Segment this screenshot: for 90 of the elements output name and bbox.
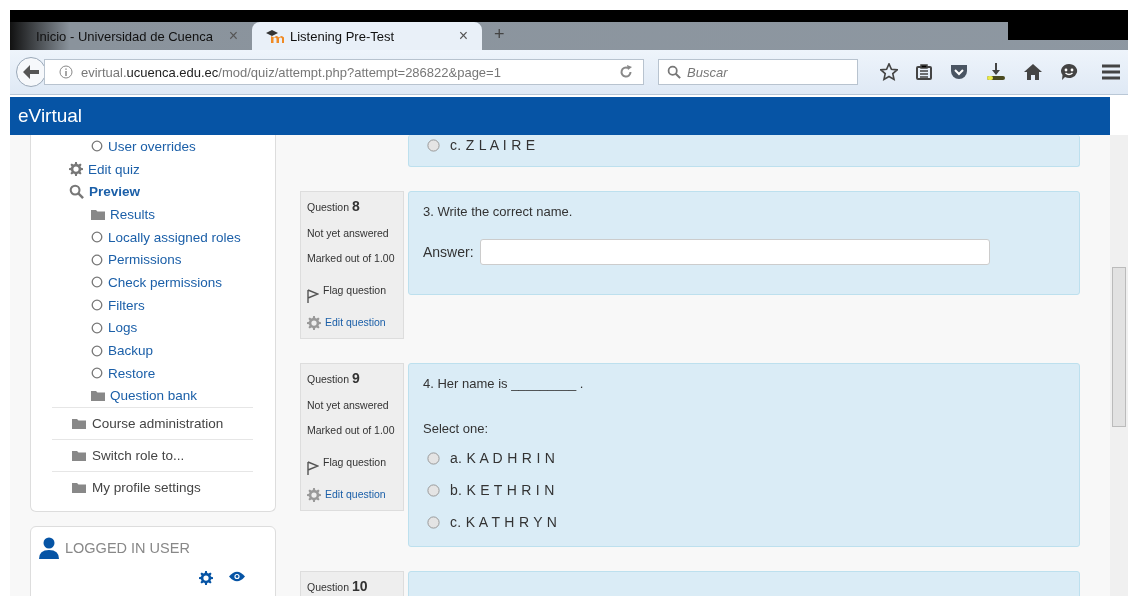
back-button[interactable] [16, 57, 46, 87]
question-marks: Marked out of 1.00 [307, 424, 396, 436]
answer-field[interactable] [479, 239, 990, 265]
question-text: 3. Write the correct name. [423, 204, 574, 219]
edit-question-link[interactable]: Edit question [325, 488, 386, 500]
answer-option: b. K E T H R I N [450, 482, 555, 498]
browser-tab[interactable]: Listening Pre-Test × [252, 22, 482, 50]
eye-icon[interactable] [229, 571, 245, 583]
question-number: 9 [351, 370, 360, 386]
gear-icon [69, 162, 83, 177]
nav-link[interactable]: Locally assigned roles [108, 229, 241, 245]
circle-icon [91, 321, 103, 334]
question-status: Not yet answered [307, 227, 390, 239]
nav-section-link[interactable]: My profile settings [92, 480, 201, 496]
nav-link[interactable]: User overrides [108, 138, 196, 154]
question-number: 8 [351, 198, 360, 214]
question-label: Question [307, 373, 351, 385]
radio-button[interactable] [427, 515, 440, 529]
question-label: Question [307, 201, 351, 213]
answer-option: c. K A T H R Y N [450, 514, 558, 530]
nav-link[interactable]: Backup [108, 343, 154, 359]
circle-icon [91, 140, 103, 153]
settings-icon [199, 571, 213, 586]
nav-link[interactable]: Edit quiz [88, 161, 140, 177]
flag-question-link[interactable]: Flag question [323, 456, 387, 468]
flag-question-link[interactable]: Flag question [323, 284, 387, 296]
nav-link[interactable]: Question bank [110, 388, 198, 404]
edit-question-link[interactable]: Edit question [325, 316, 386, 328]
folder-icon [72, 482, 86, 494]
question-marks: Marked out of 1.00 [307, 252, 396, 264]
back-arrow-icon [23, 65, 39, 79]
site-brand[interactable]: eVirtual [10, 105, 83, 126]
gear-icon [307, 316, 321, 330]
circle-icon [91, 276, 103, 289]
pocket-icon[interactable] [950, 64, 968, 80]
radio-button[interactable] [427, 451, 440, 465]
graduation-cap-icon [266, 29, 284, 43]
info-icon [59, 65, 73, 79]
nav-link[interactable]: Logs [108, 320, 138, 336]
close-tab-button[interactable]: × [458, 27, 468, 45]
search-field[interactable]: Buscar [658, 59, 858, 85]
circle-icon [91, 253, 103, 266]
search-icon [69, 184, 84, 200]
url-text: evirtual.ucuenca.edu.ec/mod/quiz/attempt.php?attempt=286822&page=1 [81, 64, 502, 80]
answer-label: Answer: [423, 244, 474, 260]
address-bar[interactable]: evirtual.ucuenca.edu.ec/mod/quiz/attempt.php?attempt=286822&page=1 [44, 59, 644, 85]
folder-icon [91, 390, 105, 402]
nav-link[interactable]: Check permissions [108, 274, 223, 290]
flag-icon[interactable] [307, 461, 319, 475]
radio-button[interactable] [427, 483, 440, 497]
question-status: Not yet answered [307, 399, 390, 411]
scrollbar-thumb[interactable] [1112, 267, 1126, 427]
question-label: Question [307, 581, 351, 593]
scrollbar[interactable] [1110, 135, 1128, 596]
reload-icon[interactable] [619, 65, 633, 79]
nav-link[interactable]: Preview [89, 184, 141, 200]
answer-option: a. K A D H R I N [450, 450, 556, 466]
nav-link[interactable]: Permissions [108, 252, 182, 268]
star-icon[interactable] [880, 63, 898, 81]
search-icon [667, 65, 681, 79]
answer-option: c. Z L A I R E [450, 137, 536, 153]
home-icon[interactable] [1024, 64, 1042, 80]
tab-title: Inicio - Universidad de Cuenca [36, 28, 215, 44]
radio-button[interactable] [427, 138, 440, 152]
circle-icon [91, 299, 103, 312]
question-text: 4. Her name is _________ . [423, 376, 585, 391]
nav-link[interactable]: Results [110, 206, 155, 222]
download-icon[interactable] [986, 63, 1006, 81]
tab-title: Listening Pre-Test [290, 28, 396, 44]
search-placeholder: Buscar [687, 64, 728, 80]
circle-icon [91, 344, 103, 357]
nav-link[interactable]: Restore [108, 365, 156, 381]
nav-section-link[interactable]: Course administration [92, 416, 224, 432]
block-title: LOGGED IN USER [65, 540, 190, 557]
nav-link[interactable]: Filters [108, 297, 145, 313]
speech-bubble-icon[interactable] [1060, 63, 1078, 81]
folder-icon [72, 450, 86, 462]
folder-icon [72, 418, 86, 430]
reading-list-icon[interactable] [916, 64, 932, 80]
menu-icon[interactable] [1102, 64, 1120, 80]
select-one-label: Select one: [423, 421, 490, 436]
nav-section-link[interactable]: Switch role to... [92, 448, 185, 464]
question-number: 10 [351, 578, 368, 594]
flag-icon[interactable] [307, 289, 319, 303]
gear-icon [307, 488, 321, 502]
circle-icon [91, 367, 103, 380]
browser-tab[interactable]: Inicio - Universidad de Cuenca × [22, 22, 252, 50]
user-icon [39, 537, 59, 560]
folder-icon [91, 208, 105, 220]
circle-icon [91, 231, 103, 244]
